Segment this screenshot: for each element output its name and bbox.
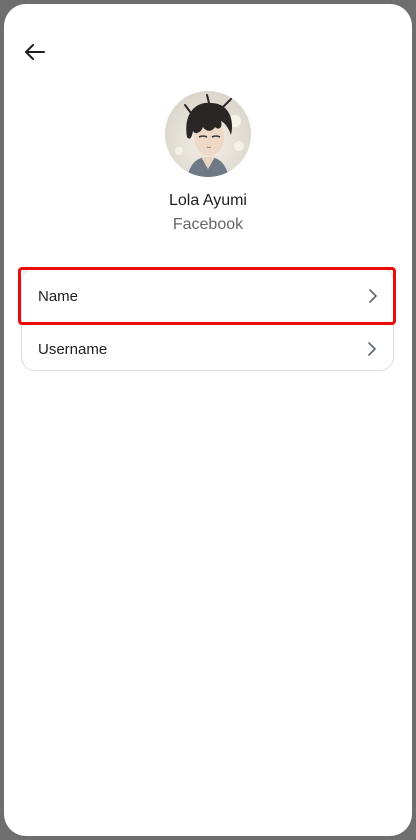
username-row-label: Username	[38, 340, 108, 358]
settings-card: Name Username	[18, 267, 396, 371]
account-profile-screen: Lola Ayumi Facebook Name Username	[4, 4, 412, 836]
account-type-label: Facebook	[172, 216, 244, 233]
back-button[interactable]	[20, 37, 50, 67]
avatar	[165, 91, 251, 177]
name-row[interactable]: Name	[18, 267, 396, 325]
username-row[interactable]: Username	[22, 323, 393, 375]
arrow-left-icon	[25, 44, 45, 60]
avatar-image	[165, 91, 251, 177]
chevron-right-icon	[369, 289, 377, 303]
profile-name: Lola Ayumi	[169, 192, 247, 209]
chevron-right-icon	[368, 342, 376, 356]
name-row-label: Name	[38, 287, 79, 305]
